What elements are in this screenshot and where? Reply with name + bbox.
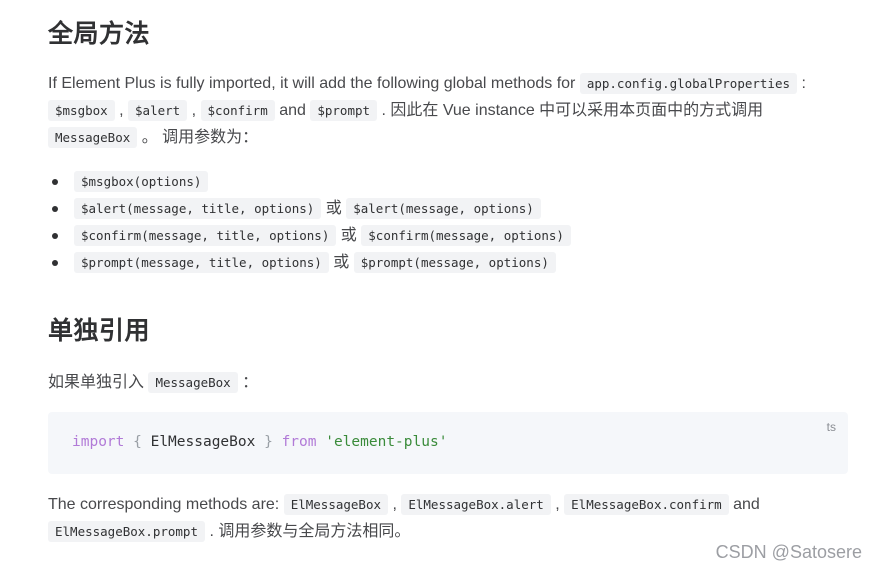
bullet-icon [52,206,58,212]
code-language-label: ts [826,420,836,434]
inline-code: $prompt [310,100,378,121]
list-item: $prompt(message, title, options) 或 $prom… [52,249,571,276]
methods-text: and [728,496,760,513]
code-block[interactable]: ts import { ElMessageBox } from 'element… [48,412,848,474]
inline-code: $prompt(message, options) [353,252,556,273]
code-punctuation: } [264,434,273,450]
inline-code: ElMessageBox [283,494,388,515]
bullet-icon [52,233,58,239]
single-import-intro: 如果单独引入 MessageBox ： [48,369,258,396]
code-line: import { ElMessageBox } from 'element-pl… [72,434,447,450]
inline-code: $alert(message, title, options) [74,198,322,219]
inline-code: $alert(message, options) [346,198,541,219]
inline-code: $msgbox [48,100,115,121]
inline-code: $msgbox(options) [74,171,209,192]
list-separator: 或 [321,200,347,217]
code-identifier: ElMessageBox [150,434,256,450]
inline-code: ElMessageBox.alert [401,494,551,515]
code-string: 'element-plus' [325,434,448,450]
inline-code: ElMessageBox.prompt [48,521,205,542]
corresponding-methods-text: The corresponding methods are: ElMessage… [48,491,848,545]
global-methods-intro: If Element Plus is fully imported, it wi… [48,70,848,151]
global-methods-list: $msgbox(options) $alert(message, title, … [48,168,571,276]
bullet-icon [52,260,58,266]
list-separator: 或 [336,227,362,244]
list-item: $msgbox(options) [52,168,571,195]
intro-text: : [797,75,806,92]
watermark: CSDN @Satosere [715,542,862,562]
list-item: $confirm(message, title, options) 或 $con… [52,222,571,249]
intro-text: If Element Plus is fully imported, it wi… [48,75,580,92]
inline-code: $confirm(message, title, options) [74,225,337,246]
intro-text: ： [237,374,259,391]
list-separator: 或 [328,254,354,271]
intro-text: . 因此在 Vue instance 中可以采用本页面中的方式调用 [377,102,764,119]
methods-text: , [550,496,565,513]
methods-text: The corresponding methods are: [48,496,284,513]
code-keyword: from [281,434,317,450]
intro-text: , [114,102,129,119]
intro-text: and [274,102,311,119]
methods-text: , [388,496,402,513]
intro-text: 。 调用参数为： [137,129,259,146]
intro-text: 如果单独引入 [48,374,149,391]
inline-code: MessageBox [148,372,238,393]
inline-code: app.config.globalProperties [579,73,798,94]
inline-code: MessageBox [48,127,138,148]
code-keyword: import [72,434,125,450]
list-item: $alert(message, title, options) 或 $alert… [52,195,571,222]
section-heading-single-import: 单独引用 [48,316,151,345]
methods-text: . 调用参数与全局方法相同。 [205,523,411,540]
inline-code: $prompt(message, title, options) [74,252,329,273]
section-heading-global-methods: 全局方法 [48,19,151,48]
inline-code: ElMessageBox.confirm [564,494,729,515]
inline-code: $alert [128,100,188,121]
inline-code: $confirm [200,100,275,121]
intro-text: , [187,102,201,119]
code-punctuation: { [133,434,142,450]
bullet-icon [52,179,58,185]
inline-code: $confirm(message, options) [361,225,571,246]
